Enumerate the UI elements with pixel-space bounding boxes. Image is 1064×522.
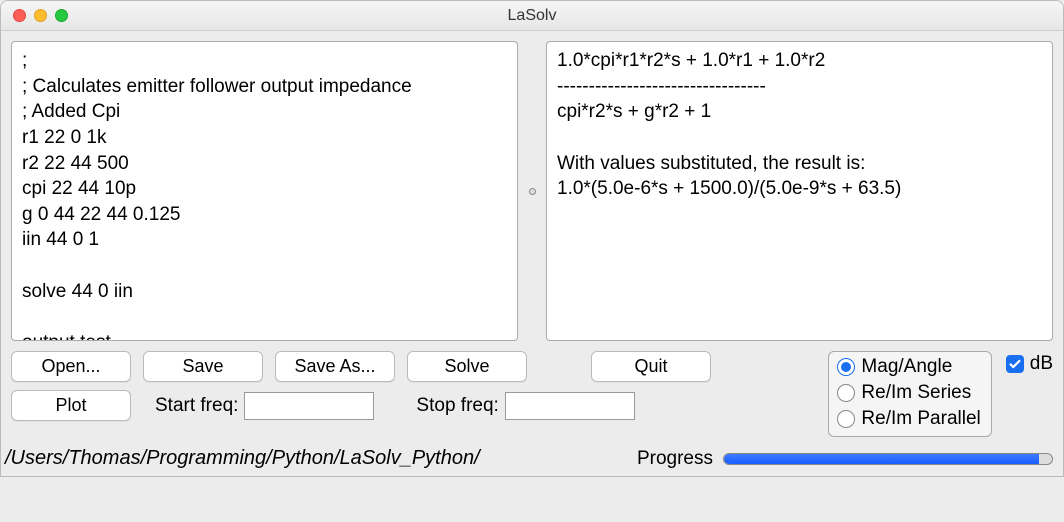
radio-reim-parallel[interactable]: Re/Im Parallel bbox=[837, 408, 980, 430]
progress-fill bbox=[724, 454, 1039, 464]
editor-panes: ; ; Calculates emitter follower output i… bbox=[1, 31, 1063, 347]
status-bar: /Users/Thomas/Programming/Python/LaSolv_… bbox=[1, 437, 1063, 476]
start-freq-input[interactable] bbox=[244, 392, 374, 420]
progress-label: Progress bbox=[637, 448, 713, 470]
file-path: /Users/Thomas/Programming/Python/LaSolv_… bbox=[5, 447, 627, 470]
minimize-icon[interactable] bbox=[34, 9, 47, 22]
db-label: dB bbox=[1030, 353, 1053, 375]
display-mode-group: Mag/Angle Re/Im Series Re/Im Parallel bbox=[828, 351, 991, 437]
splitter-handle[interactable] bbox=[528, 41, 536, 341]
solve-button[interactable]: Solve bbox=[407, 351, 527, 382]
titlebar: LaSolv bbox=[1, 1, 1063, 31]
open-button[interactable]: Open... bbox=[11, 351, 131, 382]
splitter-icon bbox=[529, 188, 536, 195]
plot-button[interactable]: Plot bbox=[11, 390, 131, 421]
input-pane[interactable]: ; ; Calculates emitter follower output i… bbox=[11, 41, 518, 341]
radio-mag-angle[interactable]: Mag/Angle bbox=[837, 356, 980, 378]
stop-freq-label: Stop freq: bbox=[416, 395, 498, 417]
close-icon[interactable] bbox=[13, 9, 26, 22]
output-pane: 1.0*cpi*r1*r2*s + 1.0*r1 + 1.0*r2 ------… bbox=[546, 41, 1053, 341]
check-icon bbox=[1006, 355, 1024, 373]
window-title: LaSolv bbox=[1, 7, 1063, 25]
zoom-icon[interactable] bbox=[55, 9, 68, 22]
save-as-button[interactable]: Save As... bbox=[275, 351, 395, 382]
radio-reim-series[interactable]: Re/Im Series bbox=[837, 382, 980, 404]
save-button[interactable]: Save bbox=[143, 351, 263, 382]
radio-icon bbox=[837, 384, 855, 402]
progress-bar bbox=[723, 453, 1053, 465]
radio-label: Re/Im Parallel bbox=[861, 408, 980, 430]
stop-freq-input[interactable] bbox=[505, 392, 635, 420]
quit-button[interactable]: Quit bbox=[591, 351, 711, 382]
start-freq-label: Start freq: bbox=[155, 395, 238, 417]
radio-label: Mag/Angle bbox=[861, 356, 952, 378]
radio-icon bbox=[837, 358, 855, 376]
radio-label: Re/Im Series bbox=[861, 382, 971, 404]
traffic-lights bbox=[1, 9, 68, 22]
left-button-col: Open... Save Save As... Solve Quit Plot … bbox=[11, 351, 711, 421]
db-checkbox[interactable]: dB bbox=[1006, 353, 1053, 375]
controls-row: Open... Save Save As... Solve Quit Plot … bbox=[1, 347, 1063, 437]
right-col: dB bbox=[1006, 351, 1053, 375]
app-window: LaSolv ; ; Calculates emitter follower o… bbox=[0, 0, 1064, 477]
radio-icon bbox=[837, 410, 855, 428]
